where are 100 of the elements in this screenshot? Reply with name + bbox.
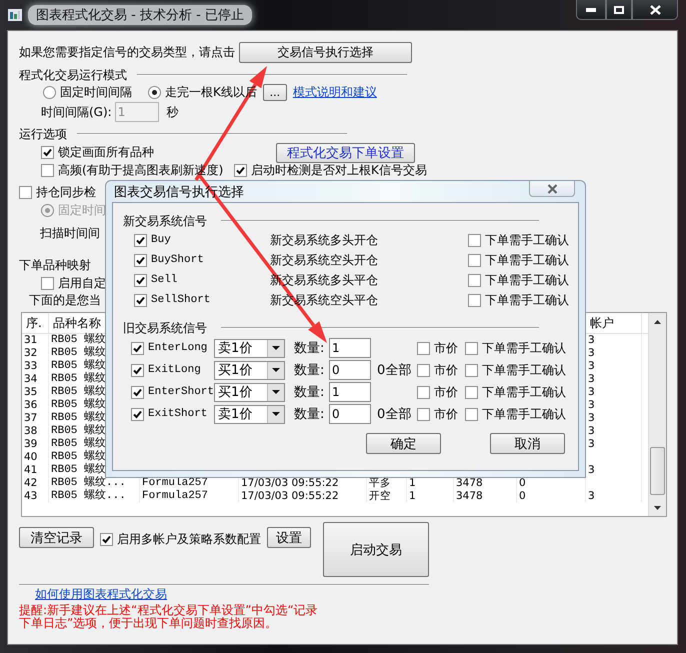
clear-records-button[interactable]: 清空记录 [19, 527, 94, 548]
checkbox-label: 下单需手工确认 [485, 232, 569, 248]
table-cell: RB05 螺纹 [51, 399, 106, 411]
checkbox[interactable] [465, 408, 478, 420]
maximize-button[interactable] [606, 0, 632, 20]
table-cell: 17/03/03 09:55:22 [241, 490, 339, 502]
table-cell: 0 [519, 477, 526, 489]
checkbox[interactable] [19, 186, 32, 198]
signal-description: 新交易系统空头平仓 [270, 292, 379, 308]
scrollbar-thumb[interactable] [650, 447, 665, 495]
checkbox[interactable] [417, 386, 430, 398]
order-settings-button[interactable]: 程式化交易下单设置 [276, 142, 415, 162]
price-dropdown[interactable]: 买1价 [214, 360, 285, 380]
table-cell: 3 [588, 425, 595, 437]
close-icon [546, 184, 558, 194]
start-trading-button[interactable]: 启动交易 [323, 522, 429, 577]
table-cell: RB05 螺纹 [51, 373, 106, 385]
checkbox[interactable] [417, 364, 430, 376]
table-cell: 33 [24, 360, 38, 372]
mode-help-link[interactable]: 模式说明和建议 [292, 84, 377, 101]
table-cell: RB05 螺纹 [51, 334, 106, 346]
column-header[interactable]: 品种名称 [53, 314, 101, 332]
radio-label: 固定时间 [58, 202, 106, 218]
quantity-field[interactable]: 0 [329, 360, 371, 380]
checkbox-label: 市价 [434, 384, 458, 400]
checkbox[interactable] [41, 164, 54, 177]
radio-button[interactable] [41, 204, 54, 216]
checkbox[interactable] [134, 254, 147, 266]
quantity-field[interactable]: 0 [329, 404, 371, 424]
table-cell: 3478 [456, 477, 483, 489]
price-dropdown[interactable]: 卖1价 [214, 338, 285, 358]
prompt-text: 如果您需要指定信号的交易类型，请点击 [19, 44, 235, 60]
checkbox[interactable] [417, 408, 430, 420]
more-button[interactable]: ... [262, 84, 287, 101]
close-button[interactable] [632, 0, 678, 20]
checkbox[interactable] [468, 254, 481, 266]
column-header[interactable]: 序. [26, 314, 42, 332]
checkbox[interactable] [465, 364, 478, 376]
checkbox[interactable] [468, 294, 481, 306]
quantity-label: 数量: [294, 384, 326, 401]
price-dropdown[interactable]: 卖1价 [214, 404, 285, 424]
checkbox[interactable] [134, 274, 147, 286]
column-header[interactable]: 帐户 [590, 314, 614, 332]
checkbox[interactable] [465, 342, 478, 354]
checkbox[interactable] [131, 364, 144, 376]
checkbox[interactable] [134, 234, 147, 246]
checkbox-label: 市价 [434, 340, 458, 356]
radio-label: 固定时间间隔 [60, 84, 132, 101]
section-heading: 运行选项 [19, 126, 67, 142]
table-cell: 3 [588, 347, 595, 359]
table-cell: 38 [24, 425, 38, 437]
signal-name: Sell [151, 274, 178, 286]
caret-icon [272, 368, 280, 372]
interval-label: 时间间隔(G): [41, 104, 112, 120]
checkbox[interactable] [131, 342, 144, 354]
table-cell: 3 [588, 360, 595, 372]
quantity-field[interactable]: 1 [329, 382, 371, 402]
checkbox-label: 持仓同步检 [36, 184, 96, 200]
caret-icon [272, 390, 280, 394]
help-link[interactable]: 如何使用图表程式化交易 [35, 586, 167, 602]
table-cell: 34 [24, 373, 38, 385]
table-cell: 3 [588, 490, 595, 502]
table-cell: 32 [24, 347, 38, 359]
checkbox[interactable] [465, 386, 478, 398]
table-cell: 3 [588, 373, 595, 385]
price-dropdown[interactable]: 买1价 [214, 382, 285, 402]
minimize-icon [586, 8, 596, 12]
table-cell: 39 [24, 438, 38, 450]
checkbox[interactable] [41, 146, 54, 159]
checkbox-label: 锁定画面所有品种 [58, 144, 154, 161]
scan-interval-label: 扫描时间间 [40, 224, 100, 242]
checkbox-label: 下单需手工确认 [485, 252, 569, 268]
checkbox[interactable] [417, 342, 430, 354]
scrollbar[interactable] [648, 313, 666, 516]
checkbox[interactable] [468, 274, 481, 286]
checkbox[interactable] [134, 294, 147, 306]
quantity-field[interactable]: 1 [329, 338, 371, 358]
app-icon [8, 9, 22, 21]
table-cell: RB05 螺纹 [51, 438, 106, 450]
table-cell: 41 [24, 464, 38, 476]
cancel-button[interactable]: 取消 [490, 433, 565, 454]
caret-icon [272, 412, 280, 416]
radio-button[interactable] [43, 86, 56, 99]
checkbox-label: 下单需手工确认 [485, 272, 569, 288]
checkbox-label: 下单需手工确认 [482, 384, 566, 400]
checkbox[interactable] [468, 234, 481, 246]
checkbox[interactable] [234, 164, 247, 177]
table-cell: 3478 [456, 490, 483, 502]
table-cell: Formula257 [142, 490, 208, 502]
minimize-button[interactable] [576, 0, 606, 20]
signal-select-button[interactable]: 交易信号执行选择 [239, 42, 412, 62]
checkbox[interactable] [131, 386, 144, 398]
checkbox[interactable] [100, 533, 113, 546]
radio-button[interactable] [148, 86, 161, 99]
ok-button[interactable]: 确定 [366, 433, 441, 454]
table-cell: 3 [588, 399, 595, 411]
checkbox[interactable] [131, 408, 144, 420]
table-cell: 42 [24, 477, 38, 489]
checkbox[interactable] [41, 276, 54, 290]
settings-button[interactable]: 设置 [267, 527, 311, 548]
